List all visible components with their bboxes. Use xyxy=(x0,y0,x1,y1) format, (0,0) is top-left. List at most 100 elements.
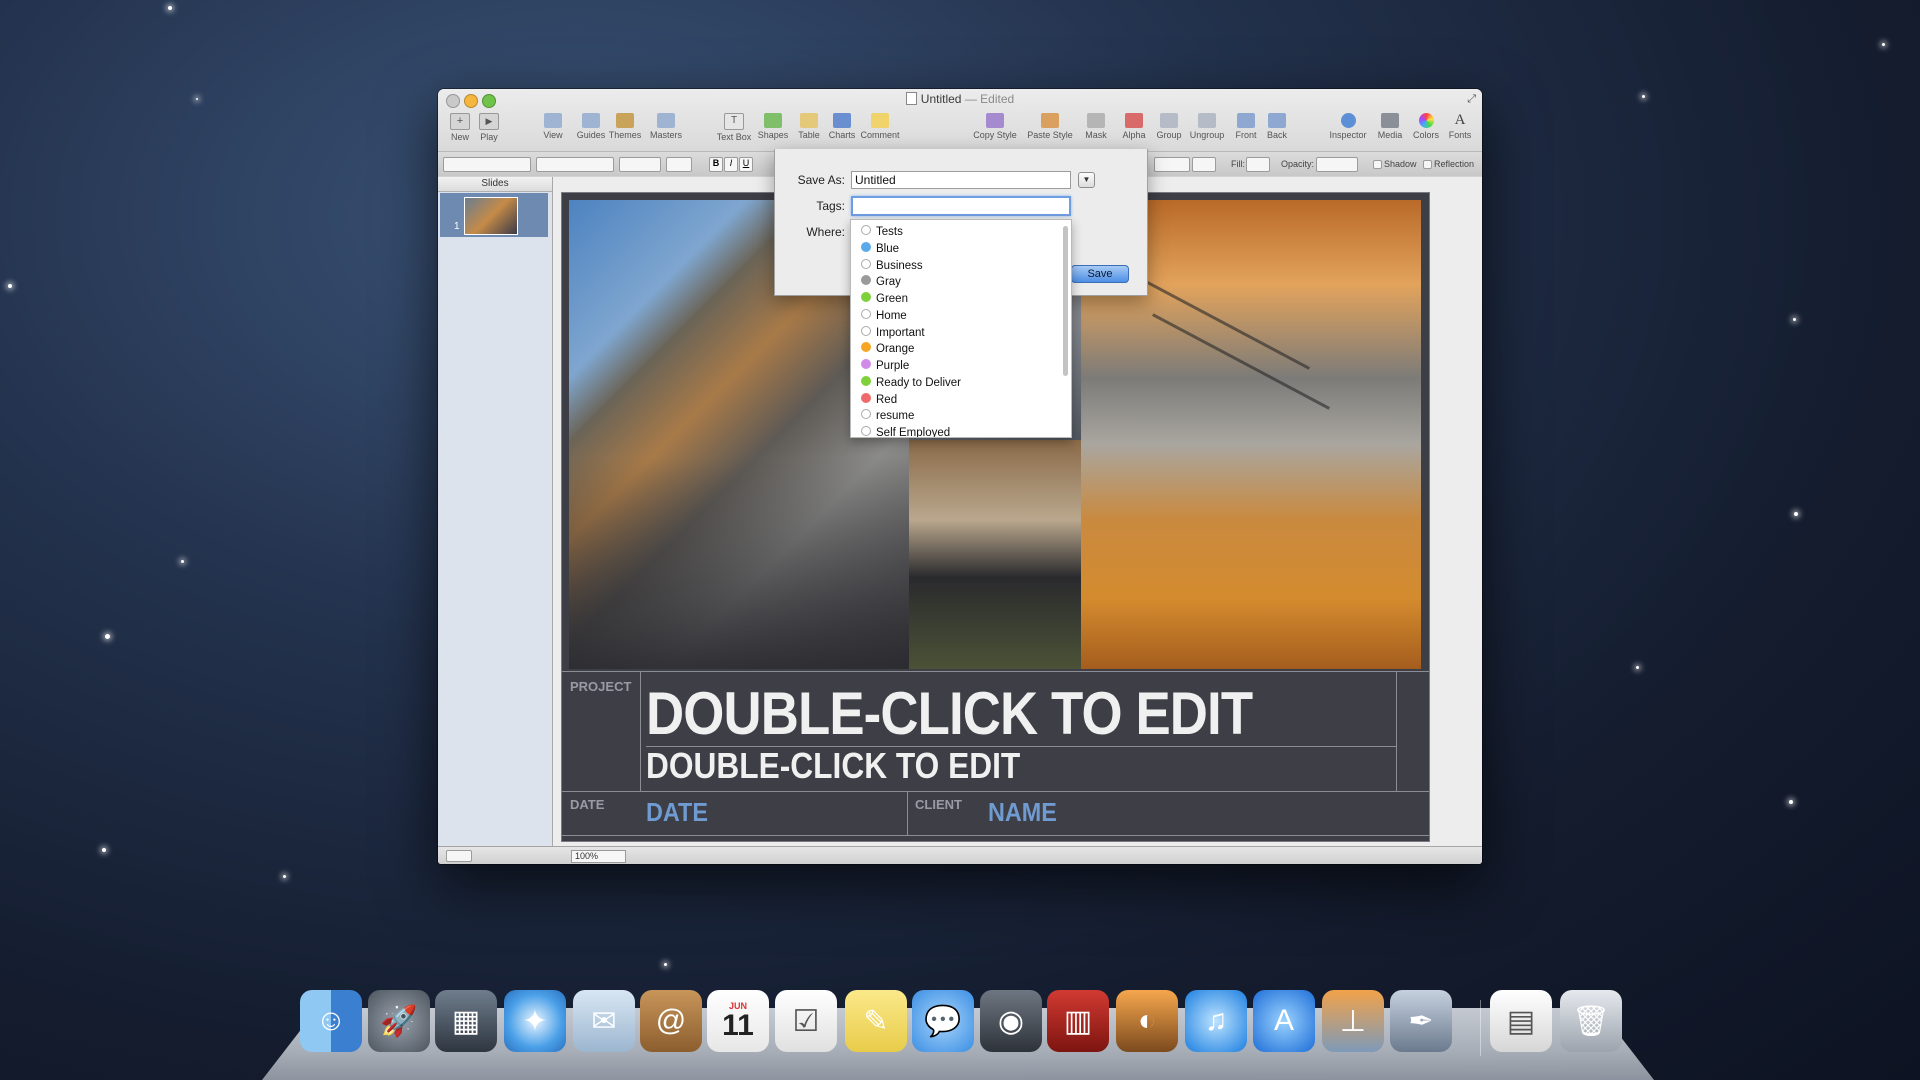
toolbar-comment[interactable]: Comment xyxy=(858,113,902,140)
toolbar-label: Comment xyxy=(860,130,900,140)
underline-button[interactable]: U xyxy=(739,157,753,172)
calendar-day: 11 xyxy=(722,1009,754,1042)
mail-icon[interactable]: ✉ xyxy=(573,990,635,1052)
size-popup[interactable] xyxy=(619,157,661,172)
tag-color-icon xyxy=(861,325,871,336)
tag-option[interactable]: resume xyxy=(861,408,914,424)
shadow-label: Shadow xyxy=(1384,159,1417,169)
preview-icon[interactable]: ✒ xyxy=(1390,990,1452,1052)
toolbar-inspector[interactable]: Inspector xyxy=(1326,113,1370,140)
tag-option[interactable]: Business xyxy=(861,258,923,274)
date-value[interactable]: DATE xyxy=(646,797,708,828)
client-value[interactable]: NAME xyxy=(988,797,1057,828)
fill-well[interactable] xyxy=(1246,157,1270,172)
launchpad-icon[interactable]: 🚀 xyxy=(368,990,430,1052)
tag-label: Orange xyxy=(876,343,915,356)
shadow-checkbox[interactable] xyxy=(1373,160,1382,169)
tag-label: Self Employed xyxy=(876,427,951,438)
opacity-field[interactable] xyxy=(1316,157,1358,172)
save-as-field[interactable]: Untitled xyxy=(851,171,1071,189)
tag-option[interactable]: Blue xyxy=(861,241,899,257)
toolbar-label: Colors xyxy=(1412,130,1439,140)
line-popup[interactable] xyxy=(1154,157,1190,172)
tag-option[interactable]: Tests xyxy=(861,224,903,240)
toolbar-fonts[interactable]: A Fonts xyxy=(1438,112,1482,141)
star xyxy=(1642,95,1645,98)
bold-button[interactable]: B xyxy=(709,157,723,172)
trash-icon[interactable]: 🗑 xyxy=(1560,990,1622,1052)
tags-field[interactable] xyxy=(851,196,1071,216)
iphoto-icon[interactable]: ◐ xyxy=(1116,990,1178,1052)
tag-option[interactable]: Orange xyxy=(861,341,914,357)
keynote-icon[interactable]: ⊥ xyxy=(1322,990,1384,1052)
toolbar-text-box[interactable]: T Text Box xyxy=(712,113,756,142)
back-icon xyxy=(1268,113,1286,128)
tag-option[interactable]: Important xyxy=(861,325,925,341)
tag-option[interactable]: Self Employed xyxy=(861,425,951,438)
tag-option[interactable]: Green xyxy=(861,291,908,307)
contacts-icon[interactable]: @ xyxy=(640,990,702,1052)
toolbar-label: Paste Style xyxy=(1027,130,1073,140)
toolbar-themes[interactable]: Themes xyxy=(603,113,647,140)
photo-booth-icon[interactable]: ▥ xyxy=(1047,990,1109,1052)
font-popup[interactable] xyxy=(536,157,614,172)
photo-living-room[interactable] xyxy=(909,440,1081,669)
colors-icon xyxy=(1418,113,1434,128)
star xyxy=(1882,43,1885,46)
color-well[interactable] xyxy=(666,157,692,172)
slide-thumbnail-1[interactable]: 1 xyxy=(440,193,548,237)
messages-icon[interactable]: 💬 xyxy=(912,990,974,1052)
zoom-popup[interactable]: 100% xyxy=(571,850,626,863)
tag-label: Business xyxy=(876,259,923,272)
scrollbar[interactable] xyxy=(1063,226,1068,376)
finder-icon[interactable]: ☺ xyxy=(300,990,362,1052)
tag-option[interactable]: Red xyxy=(861,392,897,408)
toolbar-ungroup[interactable]: Ungroup xyxy=(1185,113,1229,140)
reflection-label: Reflection xyxy=(1434,159,1475,169)
star xyxy=(664,963,667,966)
tag-option[interactable]: Home xyxy=(861,308,907,324)
slides-heading: Slides xyxy=(438,177,552,192)
view-options-button[interactable] xyxy=(446,850,472,862)
document-icon[interactable]: ▤ xyxy=(1490,990,1552,1052)
facetime-icon[interactable]: ◉ xyxy=(980,990,1042,1052)
fullscreen-icon[interactable]: ⤢ xyxy=(1467,93,1476,106)
front-icon xyxy=(1237,113,1255,128)
slide-title[interactable]: DOUBLE-CLICK TO EDIT xyxy=(646,679,1253,748)
tag-color-icon xyxy=(861,225,871,235)
slide-subtitle[interactable]: DOUBLE-CLICK TO EDIT xyxy=(646,745,1020,787)
calendar-icon[interactable]: JUN 11 xyxy=(707,990,769,1052)
window-title: Untitled — Edited xyxy=(438,92,1482,106)
reminders-icon[interactable]: ☑ xyxy=(775,990,837,1052)
line-width[interactable] xyxy=(1192,157,1216,172)
app-store-icon[interactable]: A xyxy=(1253,990,1315,1052)
italic-button[interactable]: I xyxy=(724,157,738,172)
tag-label: Home xyxy=(876,309,907,322)
toolbar-back[interactable]: Back xyxy=(1255,113,1299,140)
mission-control-icon[interactable]: ▦ xyxy=(435,990,497,1052)
save-button[interactable]: Save xyxy=(1071,265,1129,283)
alpha-icon xyxy=(1125,113,1143,128)
safari-icon[interactable]: ✦ xyxy=(504,990,566,1052)
toolbar-play[interactable]: ▶ Play xyxy=(467,113,511,142)
tag-label: resume xyxy=(876,410,915,423)
toolbar-copy-style[interactable]: Copy Style xyxy=(968,113,1022,140)
star xyxy=(196,98,198,100)
notes-icon[interactable]: ✎ xyxy=(845,990,907,1052)
toolbar-label: Alpha xyxy=(1122,130,1146,140)
fonts-icon: A xyxy=(1454,112,1466,128)
themes-icon xyxy=(616,113,634,128)
chevron-down-icon: ▼ xyxy=(1082,175,1091,184)
itunes-icon[interactable]: ♫ xyxy=(1185,990,1247,1052)
tag-option[interactable]: Ready to Deliver xyxy=(861,375,961,391)
play-icon: ▶ xyxy=(479,113,499,130)
toolbar-masters[interactable]: Masters xyxy=(644,113,688,140)
expand-button[interactable]: ▼ xyxy=(1078,172,1095,188)
style-popup[interactable] xyxy=(443,157,531,172)
toolbar-label: Front xyxy=(1235,130,1257,140)
mask-icon xyxy=(1087,113,1105,128)
tag-option[interactable]: Purple xyxy=(861,358,909,374)
reflection-checkbox[interactable] xyxy=(1423,160,1432,169)
toolbar-paste-style[interactable]: Paste Style xyxy=(1022,113,1078,140)
tag-option[interactable]: Gray xyxy=(861,274,901,290)
